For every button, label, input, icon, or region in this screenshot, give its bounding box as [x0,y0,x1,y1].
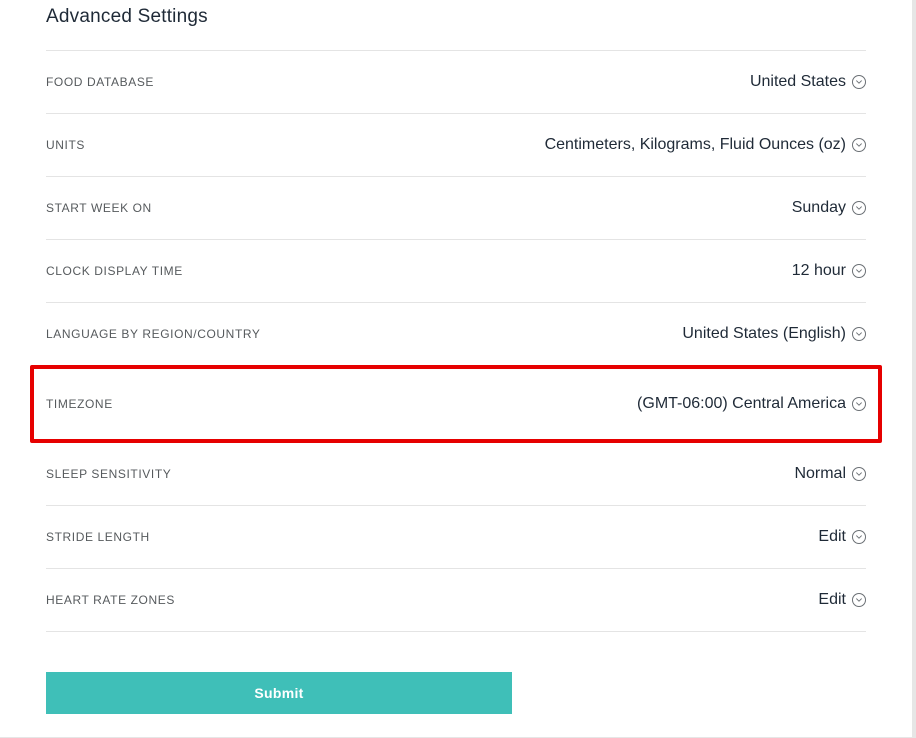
select-sleep-sensitivity[interactable]: Normal [794,465,866,483]
chevron-down-icon [852,530,866,544]
label-sleep-sensitivity: SLEEP SENSITIVITY [46,467,171,481]
edit-stride-length[interactable]: Edit [818,528,866,546]
chevron-down-icon [852,467,866,481]
section-title: Advanced Settings [46,6,866,28]
value-stride-length: Edit [818,528,846,546]
chevron-down-icon [852,593,866,607]
chevron-down-icon [852,201,866,215]
row-clock-display-time: CLOCK DISPLAY TIME 12 hour [46,239,866,302]
label-timezone: TIMEZONE [46,397,113,411]
label-stride-length: STRIDE LENGTH [46,530,150,544]
select-units[interactable]: Centimeters, Kilograms, Fluid Ounces (oz… [545,136,866,154]
value-food-database: United States [750,73,846,91]
submit-button[interactable]: Submit [46,672,512,714]
label-heart-rate-zones: HEART RATE ZONES [46,593,175,607]
row-sleep-sensitivity: SLEEP SENSITIVITY Normal [46,443,866,505]
highlight-timezone: TIMEZONE (GMT-06:00) Central America [30,365,882,443]
submit-area: Submit [46,672,866,714]
settings-panel: Advanced Settings FOOD DATABASE United S… [0,0,916,738]
chevron-down-icon [852,327,866,341]
value-clock-display-time: 12 hour [792,262,846,280]
chevron-down-icon [852,397,866,411]
row-timezone: TIMEZONE (GMT-06:00) Central America [46,369,866,439]
value-heart-rate-zones: Edit [818,591,846,609]
value-language: United States (English) [682,325,846,343]
value-units: Centimeters, Kilograms, Fluid Ounces (oz… [545,136,846,154]
chevron-down-icon [852,138,866,152]
row-language: LANGUAGE BY REGION/COUNTRY United States… [46,302,866,365]
value-timezone: (GMT-06:00) Central America [637,395,846,413]
value-sleep-sensitivity: Normal [794,465,846,483]
label-units: UNITS [46,138,85,152]
select-clock-display-time[interactable]: 12 hour [792,262,866,280]
select-timezone[interactable]: (GMT-06:00) Central America [637,395,866,413]
select-food-database[interactable]: United States [750,73,866,91]
label-food-database: FOOD DATABASE [46,75,154,89]
label-language: LANGUAGE BY REGION/COUNTRY [46,327,261,341]
row-stride-length: STRIDE LENGTH Edit [46,505,866,568]
label-clock-display-time: CLOCK DISPLAY TIME [46,264,183,278]
row-units: UNITS Centimeters, Kilograms, Fluid Ounc… [46,113,866,176]
chevron-down-icon [852,264,866,278]
settings-content: Advanced Settings FOOD DATABASE United S… [6,0,906,714]
value-start-week-on: Sunday [792,199,846,217]
row-start-week-on: START WEEK ON Sunday [46,176,866,239]
label-start-week-on: START WEEK ON [46,201,152,215]
select-start-week-on[interactable]: Sunday [792,199,866,217]
select-language[interactable]: United States (English) [682,325,866,343]
chevron-down-icon [852,75,866,89]
row-heart-rate-zones: HEART RATE ZONES Edit [46,568,866,632]
row-food-database: FOOD DATABASE United States [46,50,866,113]
edit-heart-rate-zones[interactable]: Edit [818,591,866,609]
